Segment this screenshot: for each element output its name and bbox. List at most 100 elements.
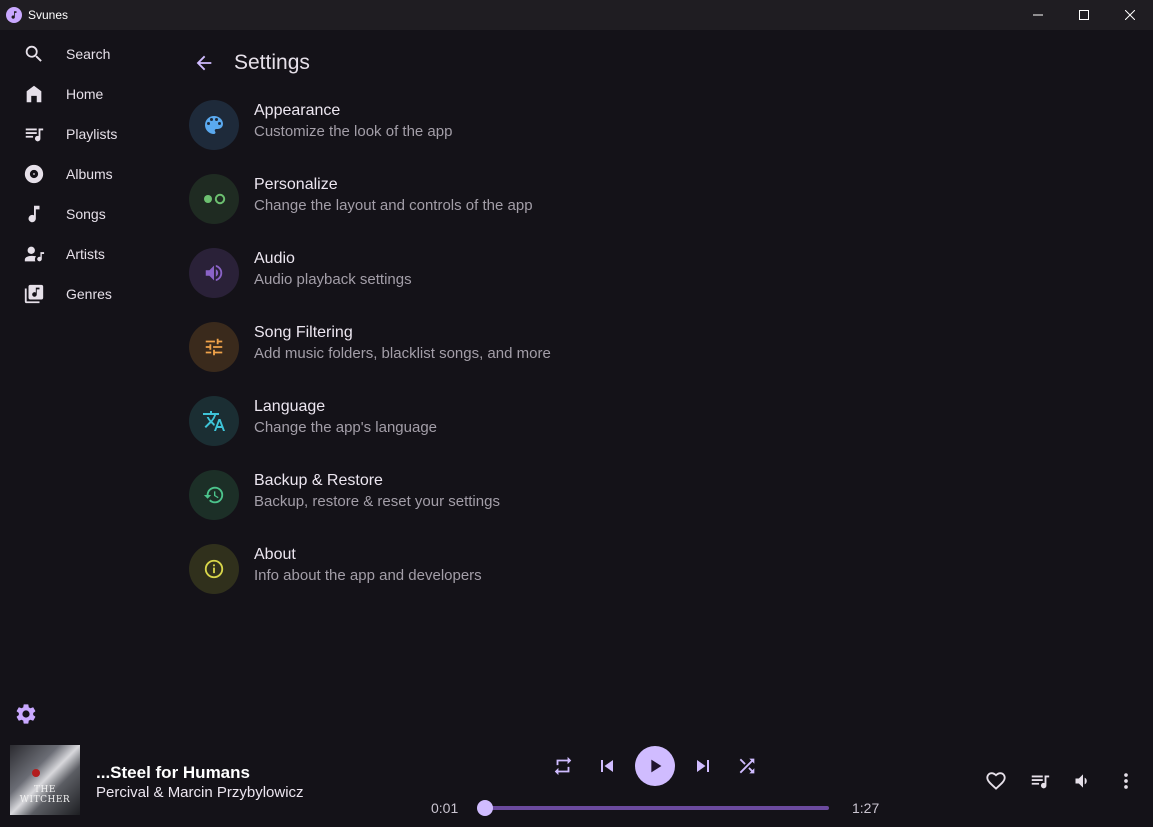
genre-icon bbox=[22, 282, 46, 306]
album-art-brand: THE WITCHER bbox=[19, 785, 71, 805]
current-time: 0:01 bbox=[431, 800, 459, 816]
play-button[interactable] bbox=[635, 746, 675, 786]
track-title[interactable]: ...Steel for Humans bbox=[96, 763, 250, 783]
volume-icon bbox=[1075, 774, 1087, 788]
skip-previous-icon bbox=[601, 760, 613, 772]
skip-next-icon bbox=[697, 760, 709, 772]
close-button[interactable] bbox=[1107, 0, 1153, 30]
sidebar-item-genres[interactable]: Genres bbox=[0, 274, 170, 314]
settings-item-song-filtering[interactable]: Song Filtering Add music folders, blackl… bbox=[189, 317, 709, 377]
setting-subtitle: Change the app's language bbox=[254, 419, 438, 436]
player-bar: THE WITCHER ...Steel for Humans Percival… bbox=[0, 740, 1153, 827]
volume-button[interactable] bbox=[1071, 769, 1095, 793]
page-title: Settings bbox=[234, 51, 310, 74]
settings-item-language[interactable]: Language Change the app's language bbox=[189, 391, 709, 451]
setting-title: Backup & Restore bbox=[254, 472, 383, 489]
track-artist[interactable]: Percival & Marcin Przybylowicz bbox=[96, 784, 304, 801]
setting-subtitle: Customize the look of the app bbox=[254, 123, 453, 140]
setting-icon-circle bbox=[189, 470, 239, 520]
maximize-icon bbox=[1079, 10, 1089, 20]
setting-title: Language bbox=[254, 398, 326, 415]
shuffle-icon bbox=[739, 758, 755, 774]
home-icon bbox=[22, 82, 46, 106]
heart-icon bbox=[986, 772, 1006, 790]
setting-title: Audio bbox=[254, 250, 295, 267]
history-icon bbox=[203, 486, 224, 504]
sidebar-item-songs[interactable]: Songs bbox=[0, 194, 170, 234]
palette-icon bbox=[205, 116, 223, 134]
settings-item-backup-restore[interactable]: Backup & Restore Backup, restore & reset… bbox=[189, 465, 709, 525]
sidebar-item-albums[interactable]: Albums bbox=[0, 154, 170, 194]
title-bar: Svunes bbox=[0, 0, 1153, 30]
settings-item-audio[interactable]: Audio Audio playback settings bbox=[189, 243, 709, 303]
setting-icon-circle bbox=[189, 174, 239, 224]
sidebar-item-label: Songs bbox=[66, 206, 106, 222]
window-title: Svunes bbox=[28, 8, 69, 22]
sidebar: Search Home Playlists Albums Songs Artis… bbox=[0, 30, 170, 740]
maximize-button[interactable] bbox=[1061, 0, 1107, 30]
seek-thumb[interactable] bbox=[477, 800, 493, 816]
setting-title: Appearance bbox=[254, 102, 341, 119]
setting-title: About bbox=[254, 546, 296, 563]
repeat-icon bbox=[554, 756, 572, 776]
setting-subtitle: Add music folders, blacklist songs, and … bbox=[254, 345, 551, 362]
search-icon bbox=[22, 42, 46, 66]
setting-subtitle: Change the layout and controls of the ap… bbox=[254, 197, 533, 214]
info-icon bbox=[204, 559, 224, 579]
arrow-back-icon bbox=[196, 55, 212, 71]
settings-item-about[interactable]: About Info about the app and developers bbox=[189, 539, 709, 599]
setting-icon-circle bbox=[189, 322, 239, 372]
setting-title: Personalize bbox=[254, 176, 338, 193]
music-note-icon bbox=[22, 202, 46, 226]
setting-icon-circle bbox=[189, 396, 239, 446]
sidebar-item-label: Search bbox=[66, 46, 111, 62]
minimize-icon bbox=[1033, 14, 1043, 16]
toggle-icon bbox=[204, 193, 226, 205]
sidebar-item-home[interactable]: Home bbox=[0, 74, 170, 114]
playlist-icon bbox=[22, 122, 46, 146]
album-art-accent bbox=[32, 769, 40, 777]
seek-bar[interactable] bbox=[486, 806, 829, 810]
play-icon bbox=[651, 759, 662, 773]
setting-subtitle: Audio playback settings bbox=[254, 271, 412, 288]
repeat-button[interactable] bbox=[551, 754, 575, 778]
translate-icon bbox=[203, 411, 225, 431]
total-time: 1:27 bbox=[852, 800, 880, 816]
sidebar-item-search[interactable]: Search bbox=[0, 34, 170, 74]
settings-button[interactable] bbox=[14, 702, 38, 726]
queue-icon bbox=[1031, 775, 1050, 789]
setting-title: Song Filtering bbox=[254, 324, 353, 341]
sidebar-item-label: Home bbox=[66, 86, 104, 102]
back-button[interactable] bbox=[190, 49, 218, 77]
settings-item-appearance[interactable]: Appearance Customize the look of the app bbox=[189, 95, 709, 155]
queue-button[interactable] bbox=[1028, 769, 1052, 793]
close-icon bbox=[1125, 10, 1135, 20]
sidebar-item-label: Albums bbox=[66, 166, 113, 182]
tune-icon bbox=[205, 338, 223, 356]
shuffle-button[interactable] bbox=[735, 754, 759, 778]
album-art[interactable]: THE WITCHER bbox=[10, 745, 80, 815]
app-logo-icon bbox=[6, 7, 22, 23]
artist-icon bbox=[22, 242, 46, 266]
skip-next-button[interactable] bbox=[690, 753, 716, 779]
setting-subtitle: Info about the app and developers bbox=[254, 567, 482, 584]
sidebar-item-playlists[interactable]: Playlists bbox=[0, 114, 170, 154]
minimize-button[interactable] bbox=[1015, 0, 1061, 30]
sidebar-item-label: Genres bbox=[66, 286, 112, 302]
setting-icon-circle bbox=[189, 544, 239, 594]
sidebar-item-label: Playlists bbox=[66, 126, 118, 142]
more-options-button[interactable] bbox=[1114, 769, 1138, 793]
sidebar-item-label: Artists bbox=[66, 246, 105, 262]
settings-item-personalize[interactable]: Personalize Change the layout and contro… bbox=[189, 169, 709, 229]
setting-icon-circle bbox=[189, 248, 239, 298]
favorite-button[interactable] bbox=[984, 769, 1008, 793]
album-icon bbox=[22, 162, 46, 186]
setting-icon-circle bbox=[189, 100, 239, 150]
page-header: Settings bbox=[190, 46, 310, 80]
skip-previous-button[interactable] bbox=[594, 753, 620, 779]
more-vert-icon bbox=[1124, 773, 1128, 789]
gear-icon bbox=[16, 704, 36, 724]
volume-icon bbox=[205, 264, 223, 282]
setting-subtitle: Backup, restore & reset your settings bbox=[254, 493, 500, 510]
sidebar-item-artists[interactable]: Artists bbox=[0, 234, 170, 274]
